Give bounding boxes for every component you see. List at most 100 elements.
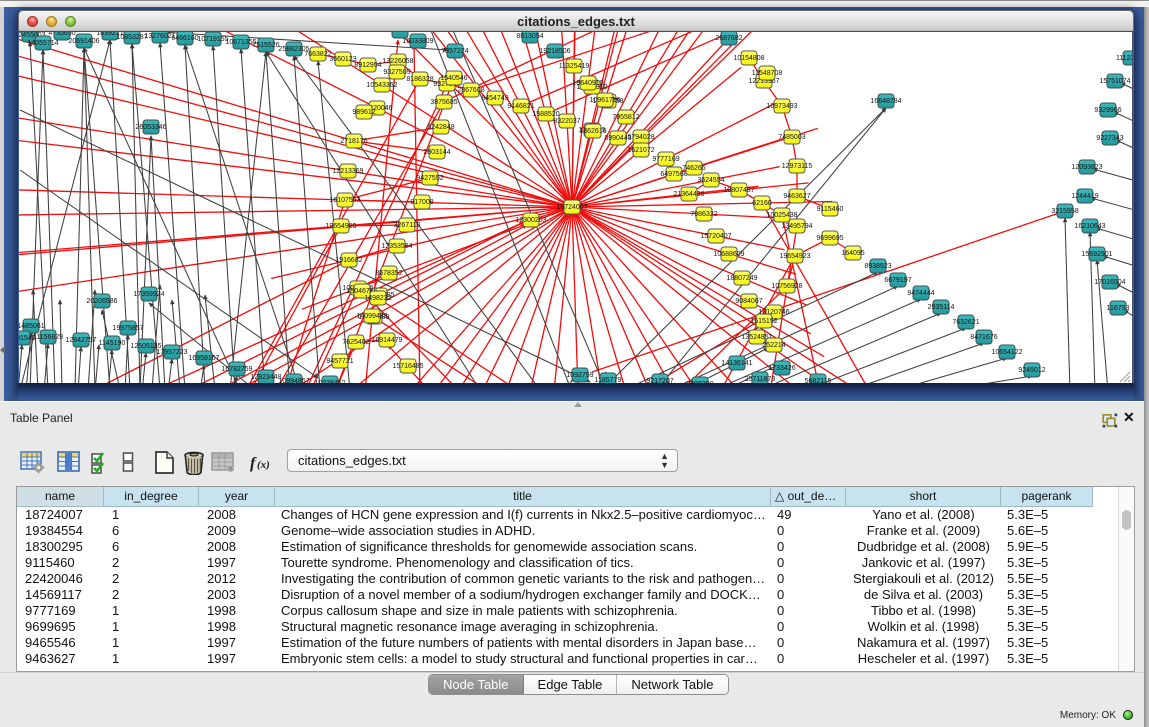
- svg-text:10025438: 10025438: [766, 212, 797, 219]
- svg-text:10756928: 10756928: [771, 283, 802, 290]
- svg-text:18807249: 18807249: [726, 275, 757, 282]
- svg-text:15692901: 15692901: [1081, 251, 1112, 258]
- svg-text:1485061: 1485061: [19, 323, 45, 330]
- svg-text:1588520: 1588520: [532, 111, 559, 118]
- svg-text:8322037: 8322037: [553, 118, 580, 125]
- svg-text:2803144: 2803144: [423, 149, 450, 156]
- svg-text:18640910: 18640910: [572, 80, 603, 87]
- svg-text:17359924: 17359924: [133, 291, 164, 298]
- svg-text:2867608: 2867608: [457, 87, 484, 94]
- svg-text:12353584: 12353584: [381, 243, 412, 250]
- svg-text:10961756: 10961756: [589, 97, 620, 104]
- svg-text:17957223: 17957223: [156, 349, 187, 356]
- svg-text:1145190: 1145190: [99, 340, 126, 347]
- svg-text:12300203: 12300203: [515, 217, 546, 224]
- svg-text:13495794: 13495794: [781, 223, 812, 230]
- svg-text:8938923: 8938923: [864, 263, 891, 270]
- svg-text:7625402: 7625402: [342, 339, 369, 346]
- svg-text:25711873: 25711873: [745, 376, 776, 383]
- svg-text:10543362: 10543362: [366, 82, 397, 89]
- svg-text:16914479: 16914479: [371, 337, 402, 344]
- svg-text:9463627: 9463627: [783, 193, 810, 200]
- svg-text:17016504: 17016504: [1094, 279, 1125, 286]
- svg-text:6794028: 6794028: [627, 134, 654, 141]
- svg-text:20206586: 20206586: [86, 298, 117, 305]
- svg-text:21364436: 21364436: [673, 191, 704, 198]
- svg-text:13226058: 13226058: [382, 58, 413, 65]
- svg-text:9146821: 9146821: [507, 103, 534, 110]
- svg-text:20691406: 20691406: [68, 38, 99, 45]
- svg-text:746266: 746266: [682, 165, 705, 172]
- svg-text:1733426: 1733426: [768, 365, 795, 372]
- svg-text:2935114: 2935114: [928, 304, 955, 311]
- svg-text:12923448: 12923448: [250, 374, 281, 381]
- svg-text:1615152: 1615152: [750, 318, 777, 325]
- svg-text:62160: 62160: [752, 200, 772, 207]
- svg-text:1362616: 1362616: [579, 128, 606, 135]
- svg-text:10154808: 10154808: [733, 55, 764, 62]
- svg-text:3875685: 3875685: [430, 99, 457, 106]
- svg-text:10688609: 10688609: [713, 251, 744, 258]
- svg-text:9327509: 9327509: [383, 69, 410, 76]
- svg-text:164095: 164095: [841, 250, 864, 257]
- svg-text:116753: 116753: [1107, 305, 1130, 312]
- svg-text:7986322: 7986322: [690, 211, 717, 218]
- svg-text:8471676: 8471676: [970, 334, 997, 341]
- svg-text:f: f: [250, 455, 257, 472]
- svg-text:15720407: 15720407: [700, 233, 731, 240]
- svg-text:16958167: 16958167: [188, 355, 219, 362]
- svg-text:1244419: 1244419: [1071, 193, 1098, 200]
- svg-text:10719155: 10719155: [197, 36, 228, 43]
- svg-text:1621072: 1621072: [627, 147, 654, 154]
- svg-text:16210643: 16210643: [1074, 223, 1105, 230]
- svg-text:9699695: 9699695: [816, 235, 843, 242]
- svg-text:1916682: 1916682: [335, 257, 362, 264]
- svg-text:14055714: 14055714: [27, 40, 58, 47]
- svg-text:3267110: 3267110: [394, 222, 421, 229]
- svg-text:14099483: 14099483: [356, 313, 387, 320]
- svg-text:12942757: 12942757: [65, 337, 96, 344]
- svg-text:9242848: 9242848: [427, 124, 454, 131]
- svg-text:19654923: 19654923: [779, 253, 810, 260]
- svg-text:16107553: 16107553: [329, 197, 360, 204]
- svg-text:15751074: 15751074: [1099, 78, 1130, 85]
- svg-text:10973493: 10973493: [766, 103, 797, 110]
- svg-text:7955812: 7955812: [612, 114, 639, 121]
- svg-text:3624554: 3624554: [697, 177, 724, 184]
- svg-text:989612: 989612: [352, 109, 375, 116]
- svg-text:6497568: 6497568: [660, 171, 687, 178]
- svg-text:12093823: 12093823: [1071, 164, 1102, 171]
- svg-text:9474444: 9474444: [907, 290, 934, 297]
- svg-text:11156829: 11156829: [33, 334, 63, 341]
- svg-text:9245012: 9245012: [1018, 367, 1045, 374]
- svg-text:9777169: 9777169: [652, 156, 679, 163]
- svg-text:10807487: 10807487: [723, 187, 754, 194]
- svg-text:9427552: 9427552: [416, 175, 443, 182]
- svg-text:9457721: 9457721: [326, 358, 353, 365]
- svg-text:9227343: 9227343: [1096, 135, 1123, 142]
- svg-text:8912954: 8912954: [354, 62, 381, 69]
- svg-text:26053346: 26053346: [135, 124, 166, 131]
- svg-text:7632621: 7632621: [952, 319, 979, 326]
- svg-text:1498222: 1498222: [364, 295, 391, 302]
- svg-text:252214: 252214: [762, 342, 785, 349]
- svg-text:11123456: 11123456: [1116, 55, 1133, 62]
- svg-text:2687682: 2687682: [715, 35, 742, 42]
- svg-text:18724007: 18724007: [556, 204, 587, 211]
- svg-text:4735650: 4735650: [48, 32, 75, 37]
- svg-text:7515526: 7515526: [252, 42, 279, 49]
- svg-text:1540546: 1540546: [440, 75, 467, 82]
- svg-text:3215958: 3215958: [1051, 208, 1078, 215]
- svg-text:8813054: 8813054: [516, 33, 543, 40]
- svg-text:2718176: 2718176: [340, 138, 367, 145]
- svg-text:7485003: 7485003: [778, 134, 805, 141]
- svg-text:12973115: 12973115: [782, 163, 813, 170]
- svg-text:11325419: 11325419: [559, 63, 590, 70]
- svg-text:3660123: 3660123: [329, 56, 356, 63]
- svg-text:1092759: 1092759: [566, 372, 593, 379]
- svg-text:9115460: 9115460: [817, 206, 844, 213]
- svg-text:9084067: 9084067: [735, 298, 762, 305]
- svg-text:14136141: 14136141: [721, 360, 752, 367]
- svg-text:16782759: 16782759: [221, 366, 252, 373]
- svg-text:6466160: 6466160: [171, 35, 198, 42]
